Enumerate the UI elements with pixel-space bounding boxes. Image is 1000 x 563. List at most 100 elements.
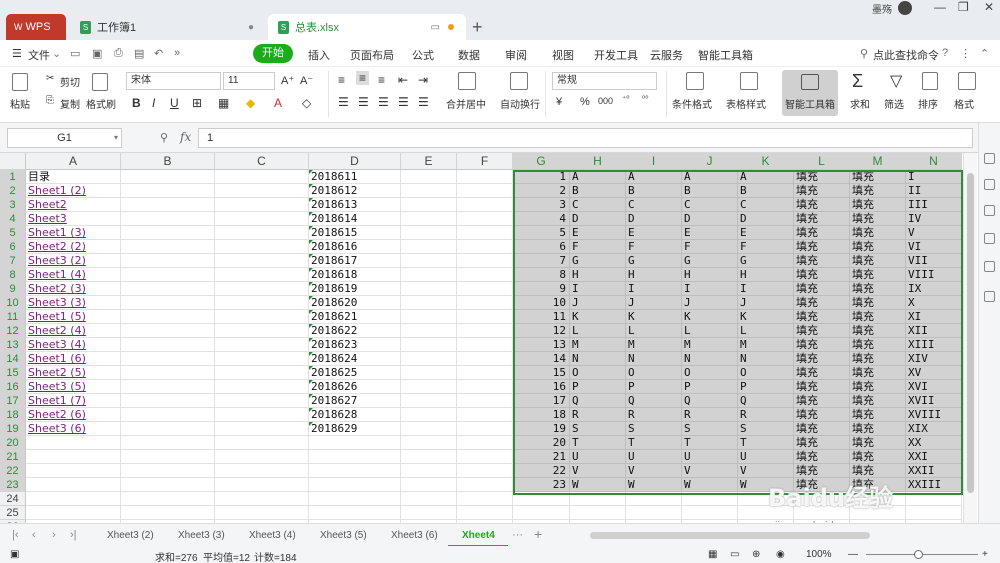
- paste-button[interactable]: 粘贴: [10, 96, 30, 111]
- cell-h[interactable]: O: [570, 366, 626, 380]
- zoom-out-icon[interactable]: —: [848, 549, 858, 560]
- cell-m[interactable]: 填充: [850, 380, 906, 394]
- row-header-4[interactable]: 4: [0, 212, 26, 226]
- search-icon[interactable]: ⚲: [860, 47, 868, 60]
- cell[interactable]: [309, 450, 401, 464]
- cell-n[interactable]: XIX: [906, 422, 962, 436]
- brush-icon[interactable]: [92, 73, 108, 91]
- cell-l[interactable]: 填充: [794, 310, 850, 324]
- cell-j[interactable]: B: [682, 184, 738, 198]
- cell-m[interactable]: 填充: [850, 212, 906, 226]
- close-window-icon[interactable]: ✕: [984, 0, 994, 14]
- cell-m[interactable]: 填充: [850, 226, 906, 240]
- row-header-14[interactable]: 14: [0, 352, 26, 366]
- cell-g[interactable]: 16: [513, 380, 570, 394]
- cell-l[interactable]: 填充: [794, 226, 850, 240]
- cell-k[interactable]: A: [738, 170, 794, 184]
- cell[interactable]: [401, 268, 457, 282]
- cell-i[interactable]: N: [626, 352, 682, 366]
- cell[interactable]: [26, 492, 121, 506]
- tab-zongbiao[interactable]: S 总表.xlsx ▭: [268, 14, 466, 40]
- cell[interactable]: [457, 506, 513, 520]
- justify-icon[interactable]: ☰: [398, 95, 409, 109]
- cell-g[interactable]: 23: [513, 478, 570, 492]
- cell-g[interactable]: 3: [513, 198, 570, 212]
- cell-date-text[interactable]: 2018617: [309, 254, 401, 268]
- cell-date-text[interactable]: 2018622: [309, 324, 401, 338]
- monitor-icon[interactable]: ▭: [431, 22, 440, 33]
- cell[interactable]: [121, 254, 215, 268]
- column-header-j[interactable]: J: [682, 153, 738, 170]
- cell-j[interactable]: R: [682, 408, 738, 422]
- cell-i[interactable]: F: [626, 240, 682, 254]
- cell-g[interactable]: 18: [513, 408, 570, 422]
- cell[interactable]: [457, 184, 513, 198]
- cell[interactable]: [457, 282, 513, 296]
- formula-input[interactable]: 1: [198, 128, 973, 148]
- cell-l[interactable]: 填充: [794, 198, 850, 212]
- cell-i[interactable]: I: [626, 282, 682, 296]
- more-options-icon[interactable]: ⋮: [960, 47, 971, 60]
- row-header-8[interactable]: 8: [0, 268, 26, 282]
- increase-font-icon[interactable]: A⁺: [281, 74, 294, 87]
- underline-icon[interactable]: U: [170, 96, 179, 110]
- cell-j[interactable]: P: [682, 380, 738, 394]
- cell[interactable]: [457, 254, 513, 268]
- cell[interactable]: [121, 198, 215, 212]
- cell[interactable]: [457, 422, 513, 436]
- cell-i[interactable]: H: [626, 268, 682, 282]
- cell[interactable]: [401, 282, 457, 296]
- cell-h[interactable]: B: [570, 184, 626, 198]
- cell-sheet-link[interactable]: Sheet3 (2): [26, 254, 121, 268]
- cell-i[interactable]: O: [626, 366, 682, 380]
- cell-j[interactable]: I: [682, 282, 738, 296]
- cell[interactable]: [215, 310, 309, 324]
- cell[interactable]: [457, 450, 513, 464]
- chevron-down-icon[interactable]: ⌄: [52, 47, 61, 60]
- cell[interactable]: [215, 184, 309, 198]
- cell-n[interactable]: VII: [906, 254, 962, 268]
- wps-logo-tab[interactable]: W WPS: [6, 14, 66, 40]
- first-sheet-icon[interactable]: |‹: [12, 529, 19, 541]
- cell[interactable]: [121, 226, 215, 240]
- cell-g[interactable]: 17: [513, 394, 570, 408]
- cell[interactable]: [121, 268, 215, 282]
- cell-sheet-link[interactable]: Sheet2 (3): [26, 282, 121, 296]
- merge-icon[interactable]: [458, 72, 476, 90]
- chevron-down-icon[interactable]: ▾: [114, 129, 118, 147]
- cell-h[interactable]: L: [570, 324, 626, 338]
- cell-k[interactable]: T: [738, 436, 794, 450]
- cell-h[interactable]: V: [570, 464, 626, 478]
- macro-icon[interactable]: ▣: [10, 549, 19, 560]
- cell-h[interactable]: K: [570, 310, 626, 324]
- minimize-icon[interactable]: —: [934, 0, 946, 14]
- cell[interactable]: [401, 170, 457, 184]
- zoom-in-icon[interactable]: +: [982, 549, 988, 560]
- cell[interactable]: [215, 226, 309, 240]
- column-header-k[interactable]: K: [738, 153, 794, 170]
- cell-i[interactable]: T: [626, 436, 682, 450]
- cell-date-text[interactable]: 2018616: [309, 240, 401, 254]
- hamburger-icon[interactable]: ☰: [12, 47, 22, 60]
- row-header-22[interactable]: 22: [0, 464, 26, 478]
- cell-g[interactable]: 14: [513, 352, 570, 366]
- cell[interactable]: [401, 366, 457, 380]
- cell-date-text[interactable]: 2018612: [309, 184, 401, 198]
- cell-n[interactable]: XVII: [906, 394, 962, 408]
- cell[interactable]: [401, 212, 457, 226]
- cell-g[interactable]: 8: [513, 268, 570, 282]
- distribute-icon[interactable]: ☰: [418, 95, 429, 109]
- next-sheet-icon[interactable]: ›: [52, 529, 56, 541]
- cell-date-text[interactable]: 2018613: [309, 198, 401, 212]
- menu-smart-toolbox[interactable]: 智能工具箱: [698, 47, 753, 63]
- border-icon[interactable]: ⊞: [192, 96, 202, 110]
- cell[interactable]: [457, 366, 513, 380]
- cell-i[interactable]: M: [626, 338, 682, 352]
- cell[interactable]: [401, 254, 457, 268]
- sheet-tab[interactable]: Xheet3 (5): [320, 530, 367, 541]
- row-header-23[interactable]: 23: [0, 478, 26, 492]
- cell[interactable]: [457, 492, 513, 506]
- cell[interactable]: [215, 450, 309, 464]
- cell-k[interactable]: D: [738, 212, 794, 226]
- sort-button[interactable]: 排序: [918, 96, 938, 111]
